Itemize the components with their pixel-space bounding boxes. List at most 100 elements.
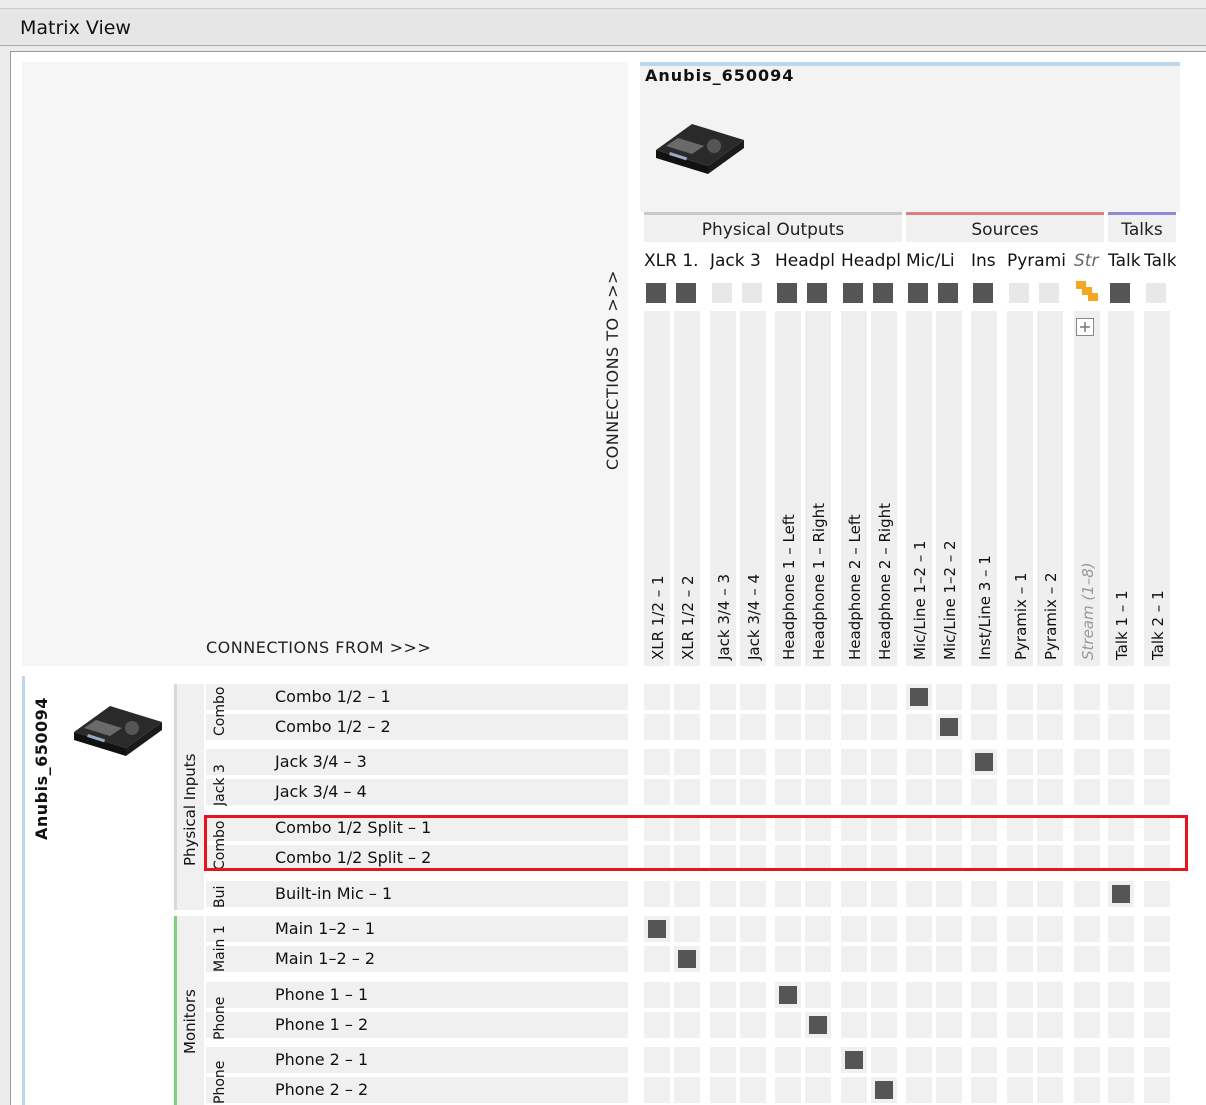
matrix-cell[interactable] [674, 714, 700, 740]
matrix-cell[interactable] [971, 982, 997, 1008]
matrix-cell[interactable] [906, 982, 932, 1008]
matrix-cell[interactable] [936, 1047, 962, 1073]
matrix-cell[interactable] [906, 1077, 932, 1103]
matrix-cell[interactable] [841, 946, 867, 972]
matrix-cell[interactable] [740, 916, 766, 942]
matrix-cell[interactable] [710, 684, 736, 710]
expand-plus-icon[interactable] [1076, 318, 1094, 336]
matrix-cell[interactable] [1037, 1047, 1063, 1073]
matrix-cell[interactable] [936, 749, 962, 775]
matrix-cell[interactable] [1007, 982, 1033, 1008]
matrix-cell[interactable] [841, 1047, 867, 1073]
matrix-cell[interactable] [775, 946, 801, 972]
column-header-stream[interactable]: Str [1074, 250, 1104, 274]
matrix-cell[interactable] [775, 982, 801, 1008]
matrix-cell[interactable] [710, 1077, 736, 1103]
matrix-cell[interactable] [805, 684, 831, 710]
row-label[interactable]: Jack 3/4 – 3 [275, 749, 367, 775]
column-state-indicator[interactable] [807, 283, 827, 303]
matrix-cell[interactable] [674, 946, 700, 972]
matrix-cell[interactable] [1037, 916, 1063, 942]
matrix-cell[interactable] [805, 881, 831, 907]
column-state-indicator[interactable] [1146, 283, 1166, 303]
matrix-cell[interactable] [1007, 1047, 1033, 1073]
matrix-cell[interactable] [1037, 749, 1063, 775]
matrix-cell[interactable] [841, 881, 867, 907]
column-state-indicator[interactable] [973, 283, 993, 303]
matrix-cell[interactable] [740, 779, 766, 805]
matrix-cell[interactable] [1074, 916, 1100, 942]
matrix-cell[interactable] [936, 982, 962, 1008]
matrix-cell[interactable] [971, 1077, 997, 1103]
matrix-cell[interactable] [871, 881, 897, 907]
matrix-cell[interactable] [1074, 749, 1100, 775]
matrix-cell[interactable] [710, 881, 736, 907]
row-label[interactable]: Built-in Mic – 1 [275, 881, 392, 907]
matrix-cell[interactable] [1108, 779, 1134, 805]
column-header-pyramix[interactable]: Pyrami [1007, 250, 1069, 274]
matrix-cell[interactable] [644, 881, 670, 907]
matrix-cell[interactable] [740, 684, 766, 710]
matrix-cell[interactable] [710, 982, 736, 1008]
matrix-cell[interactable] [841, 684, 867, 710]
matrix-cell[interactable] [906, 946, 932, 972]
column-state-indicator[interactable] [742, 283, 762, 303]
matrix-cell[interactable] [775, 684, 801, 710]
matrix-cell[interactable] [644, 749, 670, 775]
column-state-indicator[interactable] [908, 283, 928, 303]
matrix-cell[interactable] [936, 946, 962, 972]
matrix-cell[interactable] [871, 982, 897, 1008]
row-label[interactable]: Phone 2 – 2 [275, 1077, 368, 1103]
matrix-cell[interactable] [1074, 714, 1100, 740]
matrix-cell[interactable] [1144, 1047, 1170, 1073]
matrix-cell[interactable] [936, 684, 962, 710]
matrix-cell[interactable] [644, 714, 670, 740]
matrix-cell[interactable] [674, 779, 700, 805]
matrix-cell[interactable] [1108, 881, 1134, 907]
matrix-cell[interactable] [1108, 1077, 1134, 1103]
matrix-cell[interactable] [1007, 881, 1033, 907]
matrix-cell[interactable] [805, 1077, 831, 1103]
matrix-cell[interactable] [710, 779, 736, 805]
matrix-cell[interactable] [1007, 1012, 1033, 1038]
matrix-cell[interactable] [1007, 749, 1033, 775]
stream-icon[interactable] [1076, 281, 1098, 303]
matrix-cell[interactable] [841, 749, 867, 775]
matrix-cell[interactable] [971, 946, 997, 972]
matrix-cell[interactable] [1108, 946, 1134, 972]
row-label[interactable]: Phone 2 – 1 [275, 1047, 368, 1073]
matrix-cell[interactable] [805, 749, 831, 775]
matrix-cell[interactable] [1144, 1012, 1170, 1038]
matrix-cell[interactable] [674, 1012, 700, 1038]
column-state-indicator[interactable] [646, 283, 666, 303]
matrix-cell[interactable] [1108, 916, 1134, 942]
row-label[interactable]: Main 1–2 – 2 [275, 946, 375, 972]
column-header-headphone-2[interactable]: Headpl [841, 250, 903, 274]
matrix-cell[interactable] [1007, 684, 1033, 710]
matrix-cell[interactable] [1074, 1077, 1100, 1103]
matrix-cell[interactable] [1074, 684, 1100, 710]
matrix-cell[interactable] [871, 1047, 897, 1073]
matrix-cell[interactable] [971, 684, 997, 710]
matrix-cell[interactable] [1007, 714, 1033, 740]
matrix-cell[interactable] [1007, 916, 1033, 942]
matrix-cell[interactable] [1074, 982, 1100, 1008]
row-label[interactable]: Combo 1/2 – 1 [275, 684, 391, 710]
matrix-cell[interactable] [644, 779, 670, 805]
matrix-cell[interactable] [936, 881, 962, 907]
matrix-cell[interactable] [871, 749, 897, 775]
matrix-cell[interactable] [1074, 1047, 1100, 1073]
matrix-cell[interactable] [841, 1012, 867, 1038]
matrix-cell[interactable] [1144, 982, 1170, 1008]
matrix-cell[interactable] [871, 684, 897, 710]
matrix-cell[interactable] [1108, 714, 1134, 740]
matrix-cell[interactable] [674, 916, 700, 942]
column-header-talk-2[interactable]: Talk [1144, 250, 1176, 274]
matrix-cell[interactable] [1037, 1077, 1063, 1103]
matrix-cell[interactable] [644, 1047, 670, 1073]
matrix-cell[interactable] [644, 916, 670, 942]
matrix-cell[interactable] [1037, 881, 1063, 907]
matrix-cell[interactable] [740, 881, 766, 907]
column-state-indicator[interactable] [873, 283, 893, 303]
matrix-cell[interactable] [644, 1012, 670, 1038]
